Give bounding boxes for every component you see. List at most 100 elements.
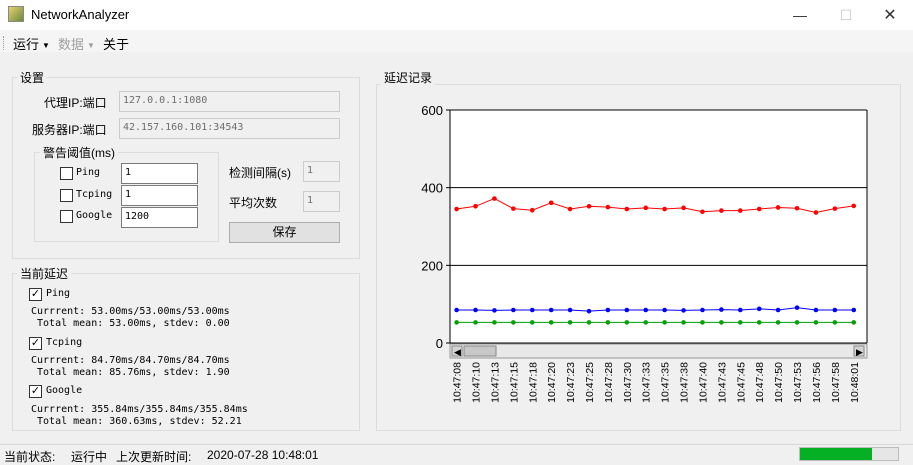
chevron-down-icon: ▼ xyxy=(87,41,95,51)
x-tick-label: 10:47:48 xyxy=(754,362,766,403)
scroll-thumb[interactable] xyxy=(463,345,497,357)
data-point xyxy=(756,306,762,312)
data-point xyxy=(681,205,686,211)
threshold-group-title: 警告阈值(ms) xyxy=(40,144,118,161)
x-tick-label: 10:47:20 xyxy=(546,362,558,403)
data-point xyxy=(529,207,535,213)
tcping-threshold-checkbox[interactable] xyxy=(60,189,73,202)
tcping-threshold-label: Tcping xyxy=(76,189,113,200)
maximize-button[interactable]: ☐ xyxy=(823,0,869,30)
data-point xyxy=(473,307,478,313)
x-tick-label: 10:47:58 xyxy=(830,362,842,403)
x-tick-label: 10:47:30 xyxy=(622,362,634,403)
google-enable-checkbox[interactable]: ✓ xyxy=(29,385,42,398)
data-point xyxy=(567,320,573,325)
maximize-icon: ☐ xyxy=(839,6,853,23)
data-point xyxy=(605,204,611,210)
close-button[interactable]: ✕ xyxy=(867,0,913,30)
x-tick-label: 10:47:18 xyxy=(527,362,539,403)
google-threshold-label: Google xyxy=(76,210,113,221)
data-point xyxy=(643,307,649,313)
data-point xyxy=(662,307,667,313)
proxy-field[interactable]: 127.0.0.1:1080 xyxy=(119,91,340,112)
x-tick-label: 10:47:15 xyxy=(508,362,520,403)
interval-field[interactable]: 1 xyxy=(303,161,340,182)
data-point xyxy=(794,305,800,310)
scroll-left-icon[interactable]: ◀ xyxy=(454,347,461,357)
data-point xyxy=(529,307,535,313)
chart-scrollbar[interactable] xyxy=(449,343,868,359)
data-point xyxy=(832,307,838,313)
data-point xyxy=(681,320,686,325)
menu-bar xyxy=(0,30,913,52)
menu-grip xyxy=(3,36,5,50)
y-tick-label: 200 xyxy=(421,258,443,273)
google-enable-label: Google xyxy=(46,385,83,396)
save-button[interactable]: 保存 xyxy=(229,222,340,243)
scroll-right-icon[interactable]: ▶ xyxy=(856,347,863,357)
data-point xyxy=(832,206,838,211)
check-icon: ✓ xyxy=(30,385,41,397)
data-point xyxy=(775,320,781,325)
menu-about[interactable]: 关于 xyxy=(103,34,129,53)
ping-enable-checkbox[interactable]: ✓ xyxy=(29,288,42,301)
data-point xyxy=(851,320,857,325)
data-point xyxy=(737,320,743,325)
x-tick-label: 10:47:10 xyxy=(471,362,483,403)
ping-threshold-checkbox[interactable] xyxy=(60,167,73,180)
tcping-mean-text: Total mean: 85.76ms, stdev: 1.90 xyxy=(31,367,230,378)
data-point xyxy=(511,320,516,325)
data-point xyxy=(737,307,743,313)
data-point xyxy=(548,307,554,313)
data-point xyxy=(737,208,743,213)
tcping-threshold-field[interactable]: 1 xyxy=(121,185,198,206)
x-tick-label: 10:47:23 xyxy=(565,362,577,403)
x-tick-label: 10:47:56 xyxy=(811,362,823,403)
data-point xyxy=(454,307,459,313)
avg-count-field[interactable]: 1 xyxy=(303,191,340,212)
data-point xyxy=(492,308,497,313)
data-point xyxy=(624,307,630,313)
data-point xyxy=(851,203,857,209)
data-point xyxy=(586,204,592,209)
data-point xyxy=(511,307,516,313)
data-point xyxy=(492,320,497,325)
x-tick-label: 10:47:40 xyxy=(697,362,709,403)
x-tick-label: 10:47:35 xyxy=(660,362,672,403)
data-point xyxy=(832,320,838,325)
data-point xyxy=(719,208,724,213)
x-tick-label: 10:48:01 xyxy=(849,362,861,403)
y-tick-label: 0 xyxy=(436,336,443,351)
check-icon: ✓ xyxy=(30,288,41,300)
current-latency-group-title: 当前延迟 xyxy=(17,265,72,282)
data-point xyxy=(473,204,478,209)
google-mean-text: Total mean: 360.63ms, stdev: 52.21 xyxy=(31,416,242,427)
minimize-button[interactable]: — xyxy=(777,0,823,30)
server-label: 服务器IP:端口 xyxy=(32,123,107,137)
avg-count-label: 平均次数 xyxy=(229,196,278,210)
ping-enable-label: Ping xyxy=(46,288,71,299)
ping-threshold-field[interactable]: 1 xyxy=(121,163,198,184)
menu-run[interactable]: 运行 ▼ xyxy=(13,34,50,53)
window-title: NetworkAnalyzer xyxy=(31,7,130,22)
google-threshold-checkbox[interactable] xyxy=(60,210,73,223)
x-tick-label: 10:47:45 xyxy=(735,362,747,403)
data-point xyxy=(643,205,649,211)
menu-data[interactable]: 数据 ▼ xyxy=(58,34,95,53)
y-tick-label: 400 xyxy=(421,181,443,196)
data-point xyxy=(794,320,800,325)
x-tick-label: 10:47:28 xyxy=(603,362,615,403)
data-point xyxy=(775,205,781,210)
data-point xyxy=(851,307,857,313)
menu-run-label: 运行 xyxy=(13,37,40,52)
ping-mean-text: Total mean: 53.00ms, stdev: 0.00 xyxy=(31,318,230,329)
data-point xyxy=(813,210,819,215)
menu-about-label: 关于 xyxy=(103,37,130,52)
tcping-enable-checkbox[interactable]: ✓ xyxy=(29,337,42,350)
interval-label: 检测间隔(s) xyxy=(229,166,291,180)
latency-chart: 0 200 400 600 ◀ ▶ 10:47:08 10:47:10 10:47:13 10:4… xyxy=(421,103,868,403)
google-threshold-field[interactable]: 1200 xyxy=(121,207,198,228)
server-field[interactable]: 42.157.160.101:34543 xyxy=(119,118,340,139)
last-update-value: 2020-07-28 10:48:01 xyxy=(207,448,319,462)
last-update-label: 上次更新时间: xyxy=(116,450,192,464)
